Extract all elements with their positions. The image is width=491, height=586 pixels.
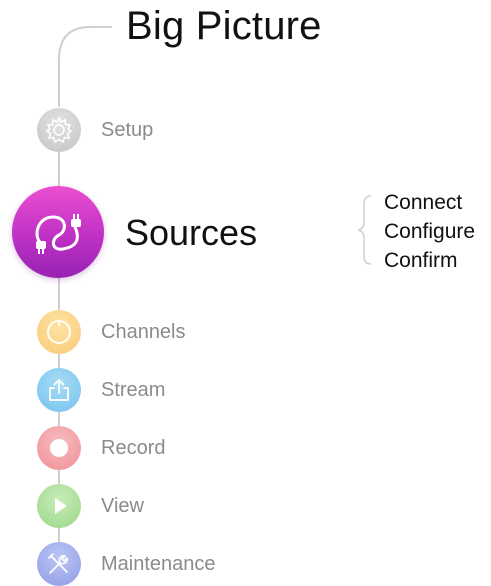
- step-channels-circle: [37, 310, 81, 354]
- step-maintenance-circle: [37, 542, 81, 586]
- step-sources-circle: [12, 186, 104, 278]
- record-dot-icon: [50, 439, 68, 457]
- substeps-brace: [357, 195, 372, 265]
- substep-item: Configure: [384, 220, 476, 243]
- step-label: Setup: [101, 119, 154, 141]
- circle-ring-icon: [47, 320, 71, 344]
- substep-item: Confirm: [384, 249, 458, 272]
- share-upload-icon: [49, 379, 69, 401]
- big-picture-diagram: Big Picture Setup Sources Connect Config…: [0, 0, 491, 586]
- step-setup-circle: [37, 108, 81, 152]
- plug-cable-icon: [35, 214, 81, 254]
- step-stream-circle: [37, 368, 81, 412]
- page-title: Big Picture: [126, 4, 322, 48]
- step-label: Maintenance: [101, 553, 216, 575]
- gear-icon: [45, 116, 73, 144]
- step-label: Stream: [101, 379, 166, 401]
- step-label: Record: [101, 437, 166, 459]
- step-label-active: Sources: [125, 212, 258, 253]
- substep-item: Connect: [384, 191, 463, 214]
- substeps-list: Connect Configure Confirm: [384, 188, 475, 275]
- step-label: Channels: [101, 321, 186, 343]
- step-view-circle: [37, 484, 81, 528]
- step-record-circle: [37, 426, 81, 470]
- tools-icon: [48, 553, 68, 574]
- title-connector-curve: [58, 26, 112, 107]
- play-icon: [55, 498, 67, 514]
- step-label: View: [101, 495, 144, 517]
